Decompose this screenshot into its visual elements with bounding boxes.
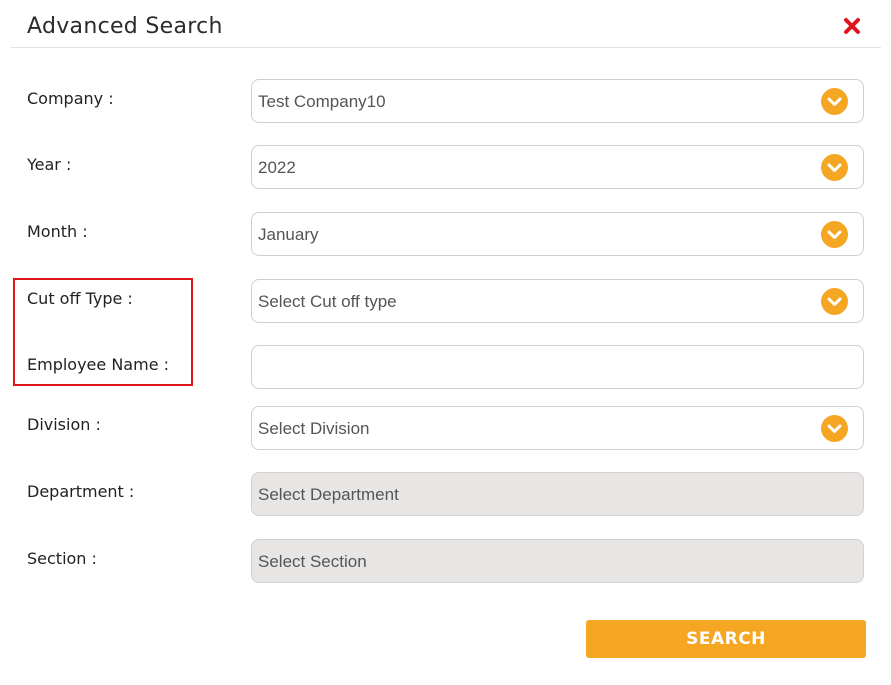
employee-name-input[interactable] <box>252 346 863 388</box>
employee-name-field[interactable] <box>251 345 864 389</box>
section-placeholder: Select Section <box>258 552 367 571</box>
dialog-title: Advanced Search <box>27 14 223 39</box>
year-label: Year : <box>27 155 72 174</box>
department-label: Department : <box>27 482 135 501</box>
month-label: Month : <box>27 222 88 241</box>
advanced-search-dialog: Advanced Search Company : Test Company10… <box>0 0 891 685</box>
month-selected-value: January <box>258 225 319 244</box>
chevron-down-icon[interactable] <box>821 415 848 442</box>
department-placeholder: Select Department <box>258 485 399 504</box>
search-button[interactable]: SEARCH <box>586 620 866 658</box>
company-select[interactable]: Test Company10 <box>251 79 864 123</box>
close-icon[interactable] <box>843 17 861 35</box>
company-selected-value: Test Company10 <box>258 92 386 111</box>
chevron-down-icon[interactable] <box>821 221 848 248</box>
month-select[interactable]: January <box>251 212 864 256</box>
section-select[interactable]: Select Section <box>251 539 864 583</box>
chevron-down-icon[interactable] <box>821 154 848 181</box>
chevron-down-icon[interactable] <box>821 88 848 115</box>
cutoff-type-label: Cut off Type : <box>27 289 133 308</box>
employee-name-label: Employee Name : <box>27 355 170 374</box>
department-select[interactable]: Select Department <box>251 472 864 516</box>
section-label: Section : <box>27 549 97 568</box>
cutoff-type-placeholder: Select Cut off type <box>258 292 397 311</box>
chevron-down-icon[interactable] <box>821 288 848 315</box>
dialog-header: Advanced Search <box>11 0 881 48</box>
division-select[interactable]: Select Division <box>251 406 864 450</box>
division-placeholder: Select Division <box>258 419 370 438</box>
division-label: Division : <box>27 415 101 434</box>
cutoff-type-select[interactable]: Select Cut off type <box>251 279 864 323</box>
company-label: Company : <box>27 89 114 108</box>
year-select[interactable]: 2022 <box>251 145 864 189</box>
year-selected-value: 2022 <box>258 158 296 177</box>
